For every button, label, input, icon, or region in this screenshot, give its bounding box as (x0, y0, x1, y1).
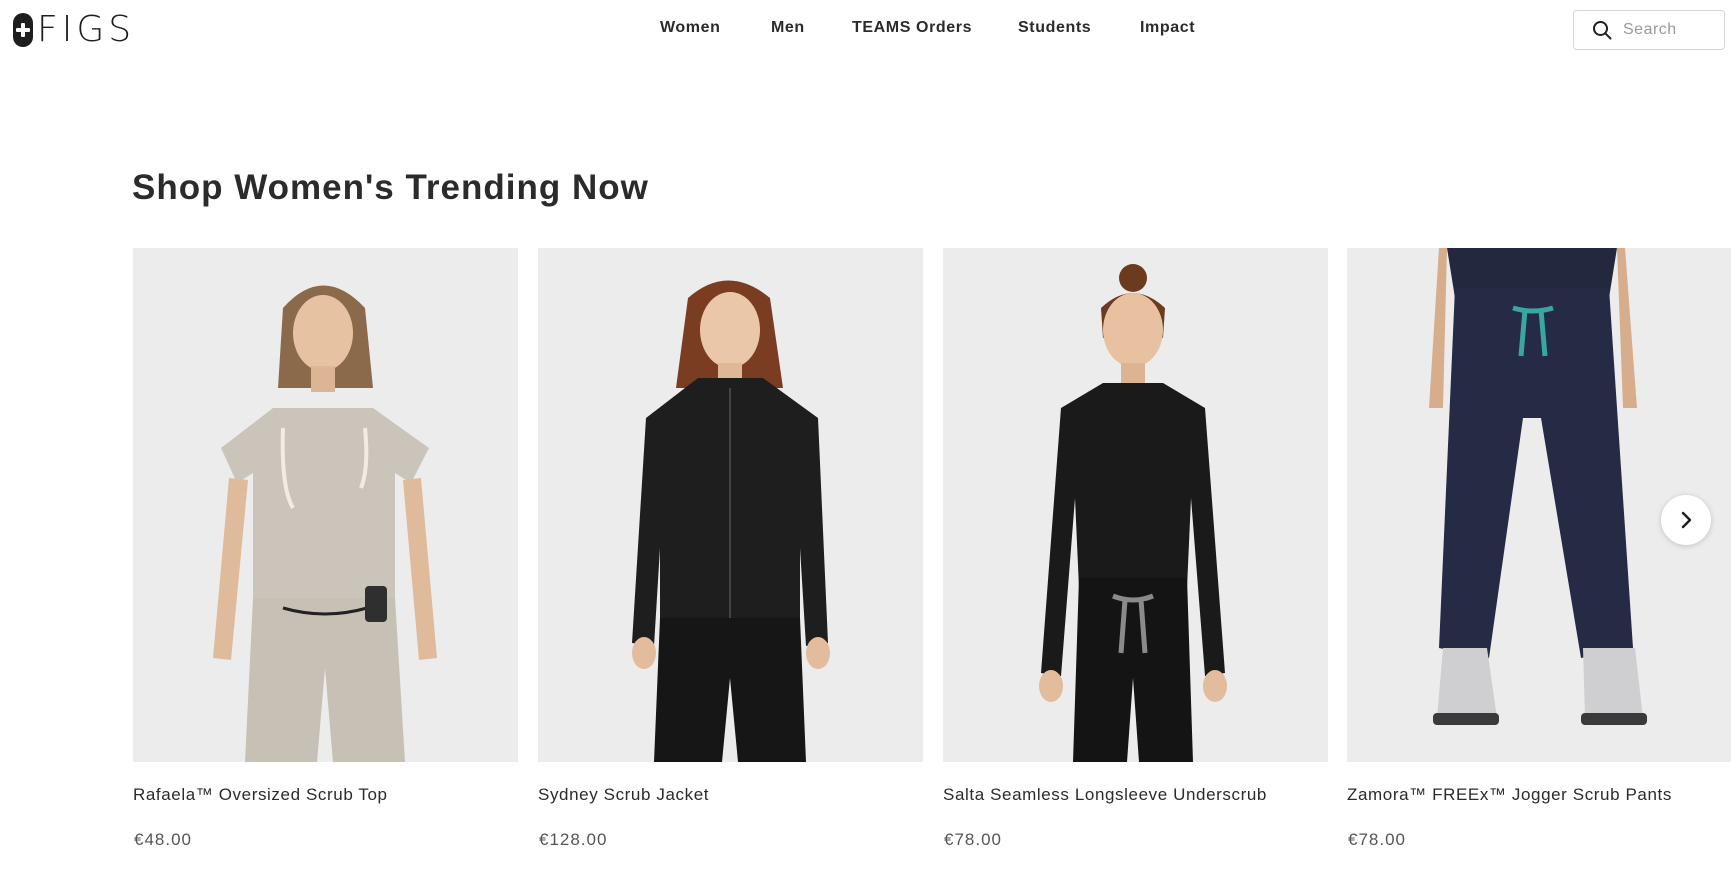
product-name[interactable]: Salta Seamless Longsleeve Underscrub (943, 785, 1267, 805)
product-card[interactable]: Salta Seamless Longsleeve Underscrub €78… (943, 248, 1328, 849)
product-photo-longsleeve-underscrub (943, 248, 1328, 762)
section-title: Shop Women's Trending Now (132, 168, 649, 207)
search-icon (1593, 21, 1612, 40)
search-input[interactable] (1623, 21, 1713, 39)
product-price: €78.00 (944, 830, 1002, 849)
carousel-next-button[interactable] (1661, 495, 1711, 545)
nav-item-women[interactable]: Women (660, 19, 720, 37)
product-card[interactable]: Rafaela™ Oversized Scrub Top €48.00 (133, 248, 518, 849)
nav-item-students[interactable]: Students (1018, 19, 1091, 37)
nav-item-men[interactable]: Men (771, 19, 805, 37)
product-name[interactable]: Sydney Scrub Jacket (538, 785, 709, 805)
product-photo-scrub-jacket (538, 248, 923, 762)
product-name[interactable]: Zamora™ FREEx™ Jogger Scrub Pants (1347, 785, 1672, 805)
main-nav: Women Men TEAMS Orders Students Impact (0, 19, 1731, 43)
chevron-right-icon (1681, 511, 1692, 529)
product-card[interactable]: Sydney Scrub Jacket €128.00 (538, 248, 923, 849)
product-image[interactable] (943, 248, 1328, 762)
search-box[interactable] (1573, 10, 1725, 50)
product-price: €128.00 (539, 830, 608, 849)
nav-item-teams-orders[interactable]: TEAMS Orders (852, 19, 972, 37)
site-header: FIGS Women Men TEAMS Orders Students Imp… (0, 0, 1731, 60)
product-image[interactable] (133, 248, 518, 762)
product-image[interactable] (538, 248, 923, 762)
product-price: €78.00 (1348, 830, 1406, 849)
product-name[interactable]: Rafaela™ Oversized Scrub Top (133, 785, 388, 805)
product-price: €48.00 (134, 830, 192, 849)
product-photo-scrub-top (133, 248, 518, 762)
nav-item-impact[interactable]: Impact (1140, 19, 1195, 37)
